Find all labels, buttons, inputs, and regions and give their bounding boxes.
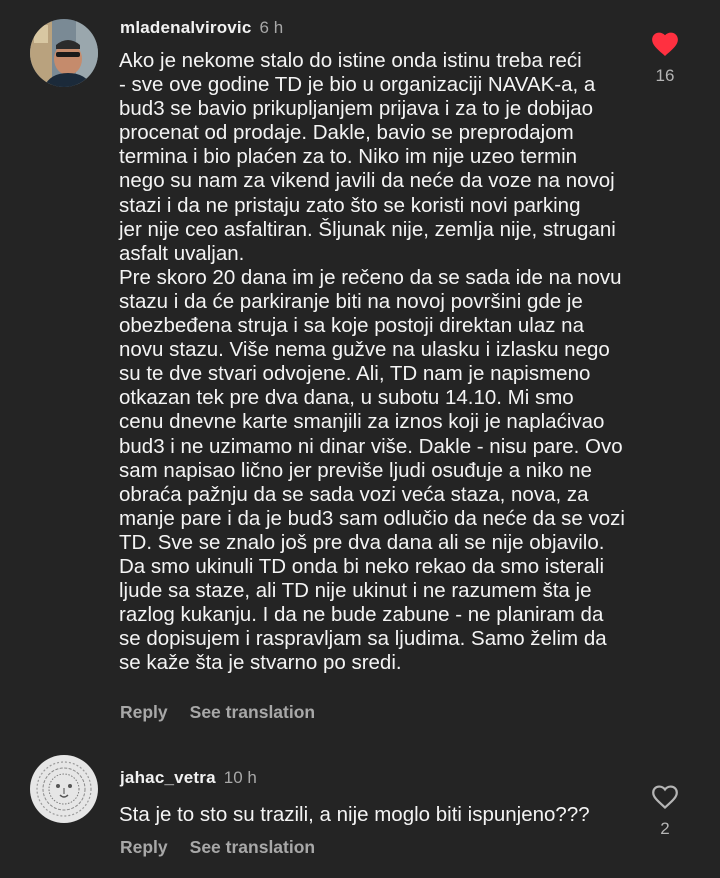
comment-line: sam napisao lično jer previše ljudi osuđ… xyxy=(119,458,592,482)
comment-line: Da smo ukinuli TD onda bi neko rekao da … xyxy=(119,554,605,578)
comment-line: razlog kukanju. I da ne bude zabune - ne… xyxy=(119,603,604,627)
comment-text: Sta je to sto su trazili, a nije moglo b… xyxy=(119,803,639,827)
avatar[interactable] xyxy=(30,19,98,87)
comment-line: su te dve stvari odvojene. Ali, TD nam j… xyxy=(119,362,591,386)
reply-button[interactable]: Reply xyxy=(120,837,168,857)
comment-line: termina i bio plaćen za to. Niko im nije… xyxy=(119,145,578,169)
comment-line: se kaže šta je stvarno po sredi. xyxy=(119,651,402,675)
comment-item: mladenalvirovic 6 h Ako je nekome stalo d… xyxy=(0,0,720,740)
comment-line: TD. Sve se znalo još pre dva dana ali se… xyxy=(119,530,605,554)
comment-header: jahac_vetra 10 h xyxy=(120,767,257,789)
comment-line: bud3 i ne uzimamo ni dinar više. Dakle -… xyxy=(119,434,623,458)
comment-header: mladenalvirovic 6 h xyxy=(120,17,283,39)
comment-line: novu stazu. Više nema gužve na ulasku i … xyxy=(119,338,610,362)
comment-line: manje pare i da je bud3 sam odlučio da n… xyxy=(119,506,625,530)
comment-line: obraća pažnju da se sada vozi veća staza… xyxy=(119,482,589,506)
comment-line: Sta je to sto su trazili, a nije moglo b… xyxy=(119,803,590,826)
comment-line: asfalt uvaljan. xyxy=(119,241,245,265)
profile-photo-icon xyxy=(30,19,98,87)
heart-outline-icon xyxy=(652,785,678,810)
like-count: 16 xyxy=(655,66,675,85)
lion-sketch-avatar-icon xyxy=(30,755,98,823)
comment-actions: Reply See translation xyxy=(120,837,315,858)
like-button[interactable]: 16 xyxy=(640,30,690,86)
comment-line: procenat od prodaje. Dakle, bavio se pre… xyxy=(119,121,574,145)
see-translation-button[interactable]: See translation xyxy=(190,702,315,722)
timestamp: 10 h xyxy=(223,768,257,787)
comment-line: obezbeđena struja i sa koje postoji dire… xyxy=(119,314,584,338)
timestamp: 6 h xyxy=(259,18,284,37)
comment-line: jer nije ceo asfaltiran. Šljunak nije, z… xyxy=(119,217,616,241)
comment-text: Ako je nekome stalo do istine onda istin… xyxy=(119,49,639,675)
reply-button[interactable]: Reply xyxy=(120,702,168,722)
comment-line: Ako je nekome stalo do istine onda istin… xyxy=(119,49,582,72)
comment-line: bud3 se bavio prikupljanjem prijava i za… xyxy=(119,97,594,121)
see-translation-button[interactable]: See translation xyxy=(190,837,315,857)
comment-item: jahac_vetra 10 h Sta je to sto su trazili… xyxy=(0,740,720,878)
username[interactable]: jahac_vetra xyxy=(120,768,216,787)
comment-line: stazu i da će parkiranje biti na novoj p… xyxy=(119,289,583,313)
comment-line: nego su nam za vikend javili da neće da … xyxy=(119,169,615,193)
avatar[interactable] xyxy=(30,755,98,823)
comment-line: otkazan tek pre dva dana, u subotu 14.10… xyxy=(119,386,574,410)
like-count: 2 xyxy=(660,819,670,838)
comment-line: cenu dnevne karte smanjili za iznos koji… xyxy=(119,410,605,434)
comment-actions: Reply See translation xyxy=(120,702,315,723)
comment-line: Pre skoro 20 dana im je rečeno da se sad… xyxy=(119,265,622,289)
comment-line: se dopisujem i raspravljam sa ljudima. S… xyxy=(119,627,607,651)
comment-line: stazi i da ne pristaju zato što se koris… xyxy=(119,193,581,217)
like-button[interactable]: 2 xyxy=(640,783,690,839)
heart-filled-icon xyxy=(652,32,678,57)
comment-line: ljude sa staze, ali TD nije ukinut i ne … xyxy=(119,579,592,603)
comment-line: - sve ove godine TD je bio u organizacij… xyxy=(119,73,596,97)
username[interactable]: mladenalvirovic xyxy=(120,18,252,37)
